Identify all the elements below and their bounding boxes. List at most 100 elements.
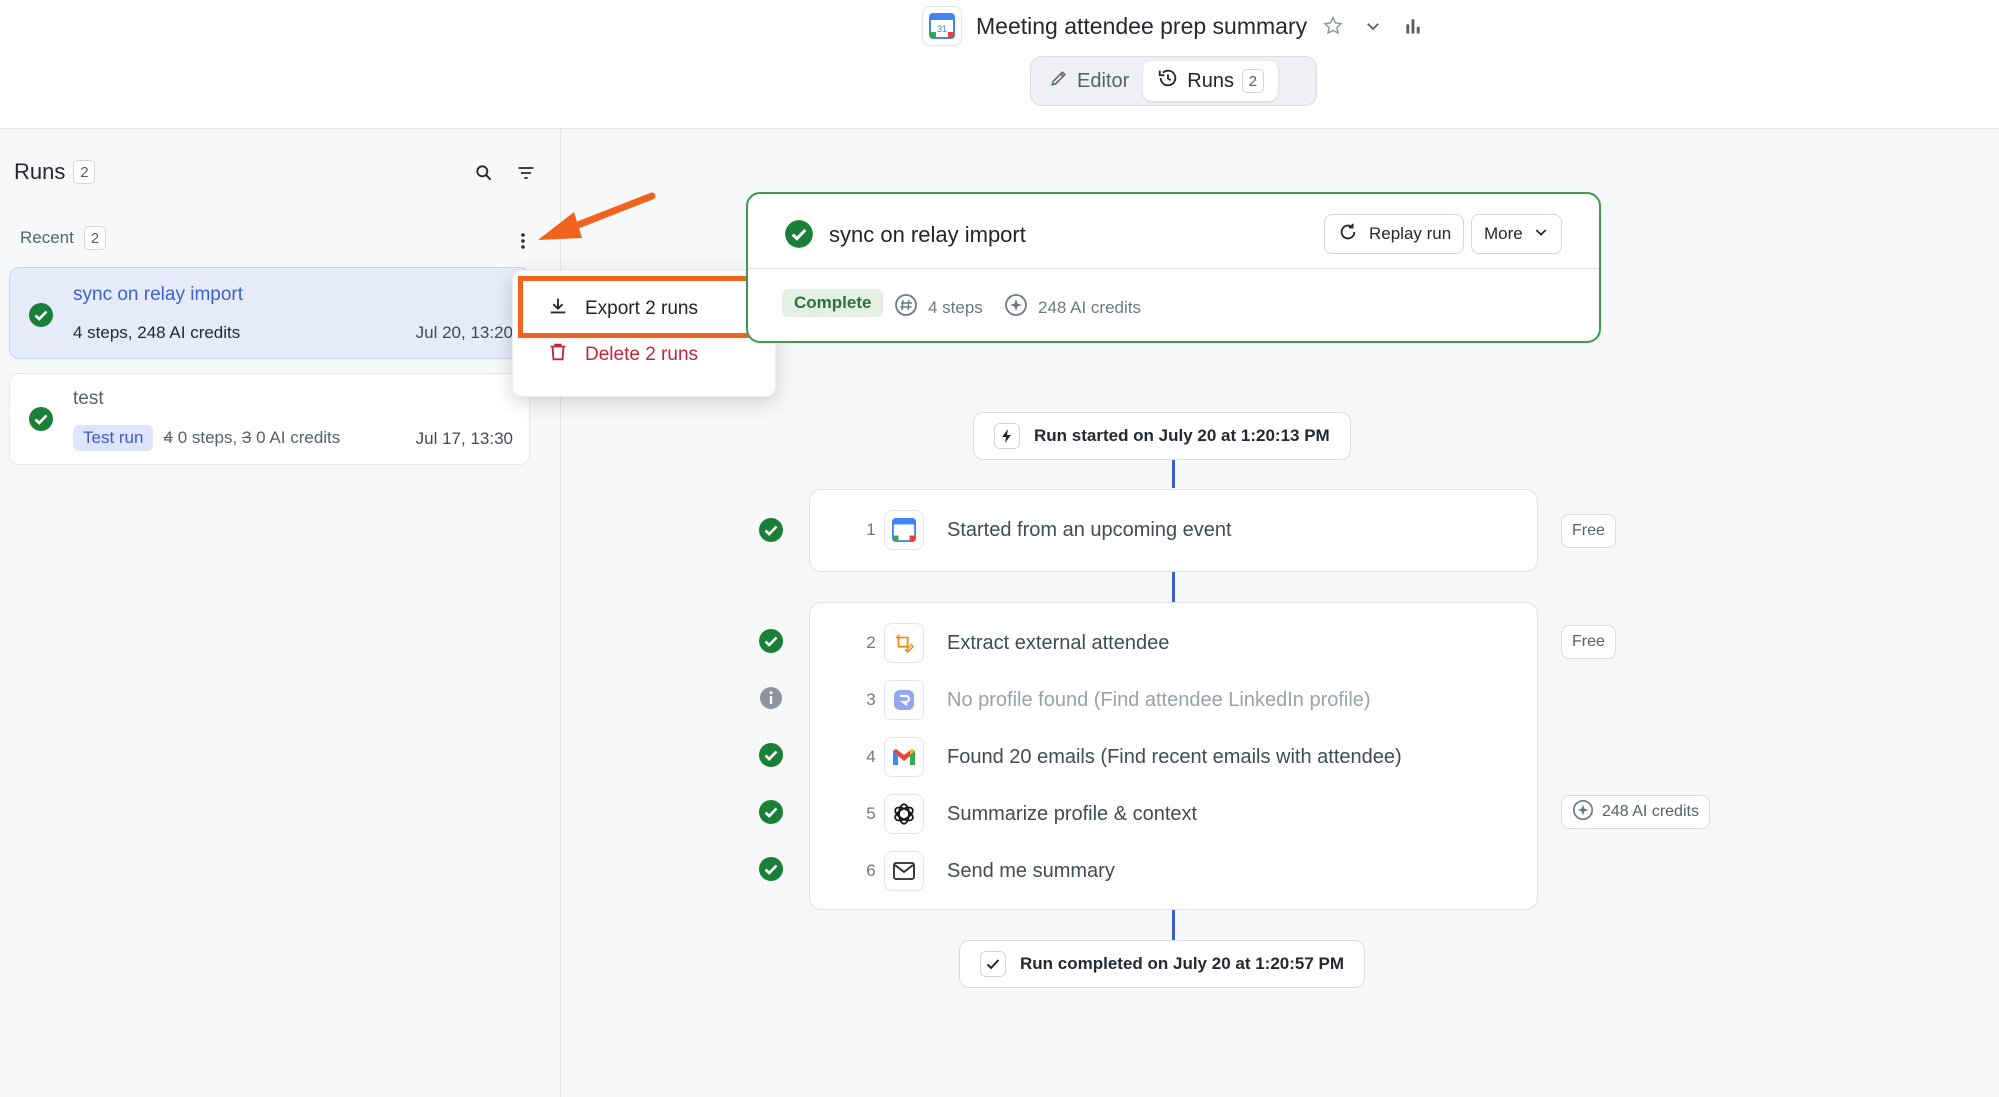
step-label: Send me summary [947, 860, 1115, 882]
timeline-connector [1172, 572, 1175, 602]
replay-run-button[interactable]: Replay run [1324, 214, 1465, 254]
step-label: Extract external attendee [947, 632, 1170, 654]
credits-count: 0 AI credits [256, 428, 341, 447]
credits-stat: 248 AI credits [1004, 293, 1141, 322]
run-meta: Test run 4 0 steps, 3 0 AI credits [73, 425, 340, 451]
history-icon [1157, 67, 1179, 95]
test-run-badge: Test run [73, 425, 154, 451]
struck-steps: 4 [163, 428, 173, 447]
steps-group-card: 2 Extract external attendee 3 No profile… [809, 602, 1538, 910]
export-runs-label: Export 2 runs [585, 298, 698, 319]
replay-run-label: Replay run [1369, 224, 1452, 243]
delete-runs-menu-item[interactable]: Delete 2 runs [513, 331, 777, 379]
run-started-marker: Run started on July 20 at 1:20:13 PM [973, 412, 1351, 460]
tab-runs-label: Runs [1187, 69, 1234, 92]
run-meta: 4 steps, 248 AI credits [73, 323, 241, 342]
step-number: 3 [866, 690, 876, 709]
workflow-title-row: 31 Meeting attendee prep summary [922, 6, 1427, 46]
run-completed-label: Run completed on July 20 at 1:20:57 PM [1020, 954, 1345, 973]
runs-context-menu: Export 2 runs Delete 2 runs [512, 270, 776, 397]
run-started-label: Run started on July 20 at 1:20:13 PM [1034, 426, 1330, 445]
check-circle-icon [28, 406, 54, 437]
steps-stat: 4 steps [894, 293, 983, 322]
lightning-icon [994, 423, 1020, 449]
gmail-icon [884, 737, 924, 777]
struck-credits: 3 [241, 428, 252, 447]
recent-label: Recent [20, 228, 74, 247]
run-list-item[interactable]: test Test run 4 0 steps, 3 0 AI credits J… [9, 373, 530, 465]
bar-chart-icon[interactable] [1399, 12, 1427, 40]
info-icon [758, 685, 784, 711]
step-row[interactable]: 6 Send me summary [810, 851, 1539, 895]
export-runs-menu-item[interactable]: Export 2 runs [513, 285, 777, 333]
view-switcher: Editor Runs 2 [1030, 56, 1317, 106]
run-list-item-selected[interactable]: sync on relay import 4 steps, 248 AI cre… [9, 267, 530, 359]
timeline-connector [1172, 460, 1175, 488]
delete-runs-label: Delete 2 runs [585, 344, 699, 365]
chevron-down-icon [1533, 224, 1549, 245]
run-completed-marker: Run completed on July 20 at 1:20:57 PM [959, 940, 1366, 988]
run-title: sync on relay import [829, 222, 1026, 247]
step-row[interactable]: 3 No profile found (Find attendee Linked… [810, 680, 1539, 724]
status-badge: Complete [782, 289, 884, 317]
transform-icon [884, 623, 924, 663]
mail-icon [884, 851, 924, 891]
sort-icon[interactable] [512, 159, 540, 187]
top-bar: 31 Meeting attendee prep summary Editor … [0, 0, 1999, 129]
step-label: Summarize profile & context [947, 803, 1198, 825]
search-icon[interactable] [470, 159, 498, 187]
check-circle-icon [28, 302, 54, 333]
recent-count-badge: 2 [83, 226, 106, 250]
step-number: 6 [866, 861, 876, 880]
step-label: Found 20 emails (Find recent emails with… [947, 746, 1402, 768]
google-calendar-icon [884, 510, 924, 550]
sparkle-icon [1572, 799, 1594, 826]
check-circle-icon [758, 517, 784, 543]
runs-sidebar: Runs 2 Recent 2 sync on relay import 4 s… [0, 129, 561, 1097]
tab-editor[interactable]: Editor [1035, 61, 1143, 101]
step-row[interactable]: 5 Summarize profile & context [810, 794, 1539, 838]
step-row[interactable]: 4 Found 20 emails (Find recent emails wi… [810, 737, 1539, 781]
steps-count: 0 steps, [177, 428, 238, 447]
step-label: Started from an upcoming event [947, 519, 1232, 541]
chevron-down-icon[interactable] [1359, 12, 1387, 40]
google-calendar-icon: 31 [922, 6, 962, 46]
cost-badge: Free [1561, 514, 1616, 548]
step-row[interactable]: 1 Started from an upcoming event [810, 510, 1539, 554]
step-label: No profile found (Find attendee LinkedIn… [947, 689, 1371, 711]
sparkle-icon [1004, 293, 1028, 322]
run-date: Jul 17, 13:30 [415, 429, 513, 448]
relay-icon [884, 680, 924, 720]
sidebar-count-badge: 2 [73, 160, 96, 184]
step-number: 5 [866, 804, 876, 823]
step-number: 2 [866, 633, 876, 652]
credits-stat-label: 248 AI credits [1038, 297, 1142, 317]
download-icon [547, 295, 569, 323]
workflow-title[interactable]: Meeting attendee prep summary [976, 13, 1307, 40]
card-divider [748, 268, 1599, 269]
run-summary-card: sync on relay import Replay run More Com… [746, 192, 1601, 343]
recent-group-header: Recent 2 [20, 226, 106, 250]
sidebar-title: Runs [14, 159, 66, 184]
steps-stat-label: 4 steps [928, 297, 983, 317]
check-circle-icon [758, 856, 784, 882]
openai-icon [884, 794, 924, 834]
star-icon[interactable] [1319, 12, 1347, 40]
check-circle-icon [758, 742, 784, 768]
ai-credits-cost-badge: 248 AI credits [1561, 795, 1710, 829]
run-name: sync on relay import [73, 284, 244, 305]
check-circle-icon [784, 219, 814, 254]
more-button[interactable]: More [1471, 214, 1562, 254]
tab-runs[interactable]: Runs 2 [1143, 61, 1278, 101]
check-circle-icon [758, 799, 784, 825]
hash-icon [894, 293, 918, 322]
more-label: More [1484, 224, 1523, 243]
timeline-connector [1172, 910, 1175, 940]
trash-icon [547, 341, 569, 369]
step-number: 1 [866, 520, 876, 539]
step-row[interactable]: 2 Extract external attendee [810, 623, 1539, 667]
check-icon [980, 951, 1006, 977]
run-name: test [73, 388, 104, 409]
ai-credits-cost-label: 248 AI credits [1602, 803, 1699, 820]
svg-text:31: 31 [937, 24, 947, 34]
